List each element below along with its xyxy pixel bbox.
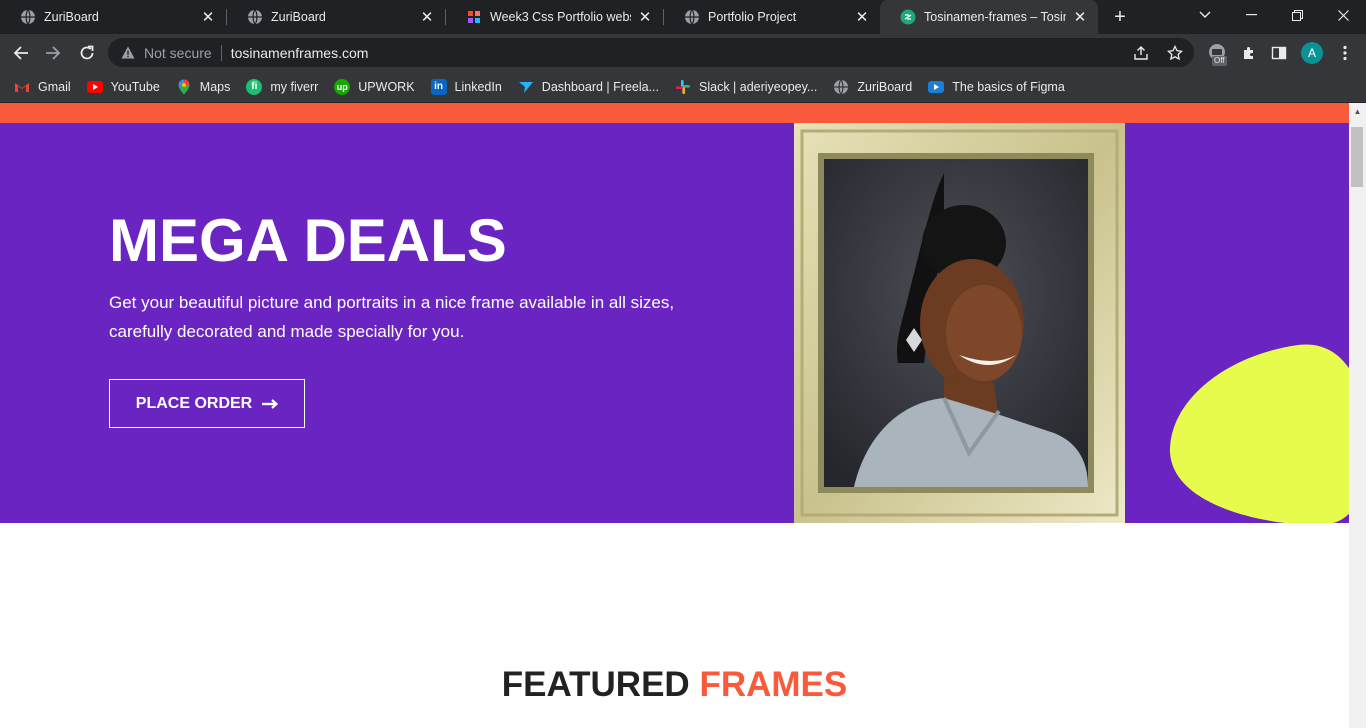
top-accent-strip bbox=[0, 103, 1349, 123]
tab-zuriboard-2[interactable]: ZuriBoard ✕ bbox=[227, 0, 445, 34]
url-text[interactable]: tosinamenframes.com bbox=[231, 45, 369, 61]
page-scrollbar[interactable]: ▲ bbox=[1349, 103, 1366, 728]
bookmark-fiverr[interactable]: fi my fiverr bbox=[246, 78, 319, 95]
site-icon bbox=[900, 9, 916, 25]
bookmark-label: Dashboard | Freela... bbox=[541, 79, 659, 94]
address-bar[interactable]: Not secure tosinamenframes.com bbox=[108, 38, 1194, 67]
tab-title: Portfolio Project bbox=[708, 10, 797, 24]
scroll-up-arrow-icon[interactable]: ▲ bbox=[1349, 103, 1366, 120]
tab-title: ZuriBoard bbox=[271, 10, 326, 24]
bookmark-slack[interactable]: Slack | aderiyeopey... bbox=[675, 79, 817, 95]
video-icon bbox=[928, 80, 945, 93]
puzzle-icon[interactable] bbox=[1238, 42, 1260, 64]
bookmark-label: Gmail bbox=[38, 79, 71, 94]
featured-frames-heading: FEATURED FRAMES bbox=[0, 665, 1349, 705]
hero-description: Get your beautiful picture and portraits… bbox=[109, 293, 675, 341]
maps-icon bbox=[176, 79, 192, 95]
bookmark-label: LinkedIn bbox=[454, 79, 502, 94]
page-viewport: MEGA DEALS Get your beautiful picture an… bbox=[0, 103, 1349, 728]
arrow-right-icon bbox=[46, 46, 61, 60]
restore-button[interactable] bbox=[1274, 0, 1320, 30]
slack-icon bbox=[675, 79, 691, 95]
kebab-menu-icon[interactable] bbox=[1334, 42, 1356, 64]
figma-dots-icon bbox=[466, 9, 482, 25]
bookmark-label: YouTube bbox=[110, 79, 160, 94]
close-icon[interactable]: ✕ bbox=[1072, 9, 1088, 26]
tab-title: Tosinamen-frames – Tosinam bbox=[924, 10, 1066, 24]
side-panel-button[interactable] bbox=[1268, 38, 1290, 68]
globe-icon bbox=[833, 79, 849, 95]
hero-section: MEGA DEALS Get your beautiful picture an… bbox=[0, 123, 1349, 523]
globe-icon bbox=[20, 9, 36, 25]
arrow-left-icon bbox=[13, 46, 28, 60]
back-button[interactable] bbox=[6, 38, 36, 68]
bookmark-label: Maps bbox=[199, 79, 231, 94]
framed-portrait-image bbox=[794, 123, 1125, 523]
bookmark-label: ZuriBoard bbox=[857, 79, 913, 94]
window-close-button[interactable] bbox=[1320, 0, 1366, 30]
bookmark-label: Slack | aderiyeopey... bbox=[699, 79, 818, 94]
bookmark-label: UPWORK bbox=[358, 79, 415, 94]
menu-button[interactable] bbox=[1334, 38, 1356, 68]
arrow-right-icon bbox=[262, 394, 279, 414]
security-label[interactable]: Not secure bbox=[144, 45, 212, 61]
featured-heading-main: FEATURED bbox=[501, 665, 690, 704]
scrollbar-thumb[interactable] bbox=[1351, 127, 1363, 187]
upwork-icon: up bbox=[334, 78, 351, 95]
profile-button[interactable]: A bbox=[1301, 38, 1323, 68]
tab-search-icon[interactable] bbox=[1182, 0, 1228, 30]
warning-icon[interactable] bbox=[120, 45, 136, 61]
featured-heading-accent: FRAMES bbox=[699, 665, 848, 704]
side-panel-icon[interactable] bbox=[1268, 42, 1290, 64]
tab-portfolio-project[interactable]: Portfolio Project ✕ bbox=[664, 0, 880, 34]
bookmark-youtube[interactable]: YouTube bbox=[86, 79, 160, 94]
close-icon[interactable]: ✕ bbox=[854, 9, 870, 26]
bookmark-maps[interactable]: Maps bbox=[176, 79, 231, 95]
place-order-label: PLACE ORDER bbox=[135, 394, 253, 412]
fiverr-icon: fi bbox=[246, 78, 263, 95]
bookmark-gmail[interactable]: Gmail bbox=[14, 79, 71, 95]
bookmark-figma-basics[interactable]: The basics of Figma bbox=[928, 80, 1065, 94]
tab-title: Week3 Css Portfolio website bbox=[490, 10, 631, 24]
tab-zuriboard-1[interactable]: ZuriBoard ✕ bbox=[0, 0, 226, 34]
close-icon[interactable]: ✕ bbox=[637, 9, 653, 26]
bookmark-label: my fiverr bbox=[270, 79, 319, 94]
tab-tosinamen-frames[interactable]: Tosinamen-frames – Tosinam ✕ bbox=[880, 0, 1098, 34]
decorative-blob bbox=[1169, 344, 1349, 523]
tab-title: ZuriBoard bbox=[44, 10, 99, 24]
extensions-button[interactable] bbox=[1238, 38, 1260, 68]
close-icon[interactable]: ✕ bbox=[200, 9, 216, 26]
globe-icon bbox=[684, 9, 700, 25]
address-divider bbox=[220, 44, 222, 61]
hero-title: MEGA DEALS bbox=[109, 207, 507, 274]
place-order-button[interactable]: PLACE ORDER bbox=[109, 379, 305, 428]
linkedin-icon: in bbox=[430, 78, 447, 95]
avatar[interactable]: A bbox=[1301, 42, 1323, 64]
gmail-icon bbox=[14, 79, 30, 95]
bookmark-upwork[interactable]: up UPWORK bbox=[334, 78, 415, 95]
reload-button[interactable] bbox=[72, 38, 102, 68]
extension-icon[interactable]: Off bbox=[1206, 42, 1228, 66]
bookmark-freelancer[interactable]: Dashboard | Freela... bbox=[518, 79, 659, 95]
forward-button[interactable] bbox=[38, 38, 68, 68]
close-icon[interactable]: ✕ bbox=[419, 9, 435, 26]
globe-icon bbox=[247, 9, 263, 25]
bookmarks-bar: Gmail YouTube Maps fi my fiverr up UPWOR… bbox=[0, 72, 1366, 102]
browser-toolbar: Not secure tosinamenframes.com Off A bbox=[0, 34, 1366, 72]
share-icon[interactable] bbox=[1130, 42, 1152, 64]
bookmark-zuriboard[interactable]: ZuriBoard bbox=[833, 79, 912, 95]
address-actions bbox=[1130, 42, 1186, 64]
bookmark-linkedin[interactable]: in LinkedIn bbox=[430, 78, 502, 95]
tab-week3-portfolio[interactable]: Week3 Css Portfolio website ✕ bbox=[446, 0, 663, 34]
bookmark-label: The basics of Figma bbox=[952, 79, 1065, 94]
star-icon[interactable] bbox=[1164, 42, 1186, 64]
youtube-icon bbox=[86, 80, 103, 93]
extension-badge: Off bbox=[1212, 56, 1227, 66]
minimize-button[interactable] bbox=[1228, 0, 1274, 30]
extension-toggle[interactable]: Off bbox=[1206, 38, 1228, 68]
freelancer-icon bbox=[518, 79, 534, 95]
new-tab-button[interactable]: + bbox=[1108, 5, 1132, 29]
tab-strip: ZuriBoard ✕ ZuriBoard ✕ Week3 Css Portfo… bbox=[0, 0, 1366, 34]
reload-icon bbox=[80, 45, 94, 60]
